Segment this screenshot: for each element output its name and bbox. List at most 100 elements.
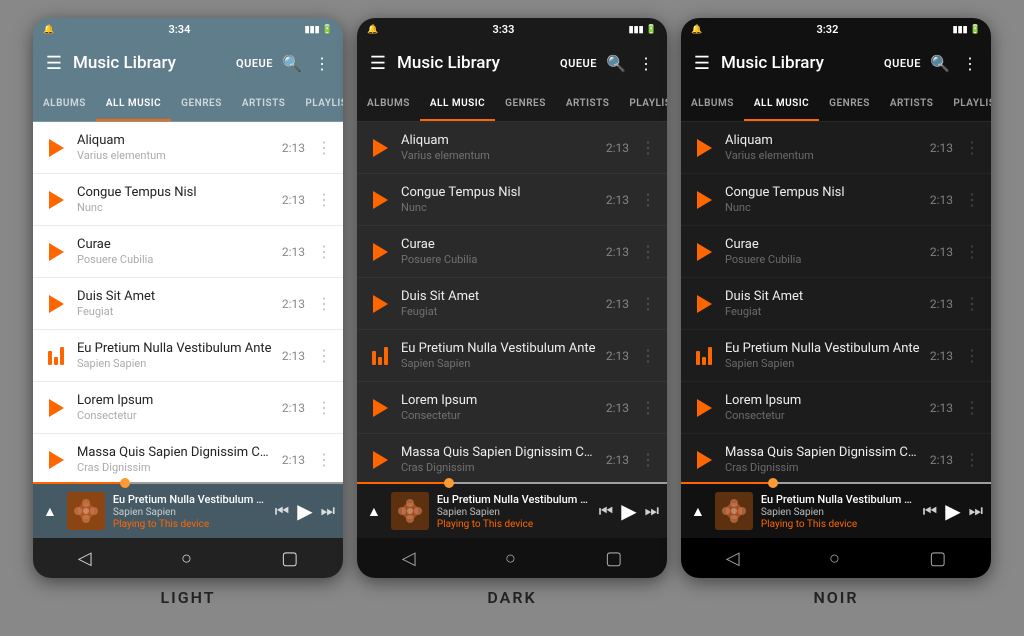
tab-genres[interactable]: GENRES	[171, 86, 232, 121]
song-item[interactable]: Congue Tempus Nisl Nunc 2:13 ⋮	[33, 174, 343, 226]
song-item[interactable]: Curae Posuere Cubilia 2:13 ⋮	[681, 226, 991, 278]
song-menu-button[interactable]: ⋮	[637, 398, 659, 417]
song-menu-button[interactable]: ⋮	[961, 346, 983, 365]
skip-next-button[interactable]: ⏭	[321, 501, 335, 521]
skip-prev-button[interactable]: ⏮	[923, 501, 937, 521]
tab-genres[interactable]: GENRES	[495, 86, 556, 121]
skip-next-button[interactable]: ⏭	[645, 501, 659, 521]
home-button[interactable]: ○	[181, 548, 192, 569]
song-item[interactable]: Duis Sit Amet Feugiat 2:13 ⋮	[357, 278, 667, 330]
song-menu-button[interactable]: ⋮	[313, 346, 335, 365]
song-menu-button[interactable]: ⋮	[313, 242, 335, 261]
equalizer-icon	[43, 343, 69, 369]
queue-button[interactable]: QUEUE	[560, 57, 597, 70]
song-item[interactable]: Lorem Ipsum Consectetur 2:13 ⋮	[357, 382, 667, 434]
tab-albums[interactable]: ALBUMS	[33, 86, 96, 121]
song-item[interactable]: Duis Sit Amet Feugiat 2:13 ⋮	[33, 278, 343, 330]
song-item[interactable]: Massa Quis Sapien Dignissim Consequat Cr…	[357, 434, 667, 482]
song-menu-button[interactable]: ⋮	[637, 242, 659, 261]
back-button[interactable]: ◁	[402, 548, 416, 569]
song-menu-button[interactable]: ⋮	[961, 398, 983, 417]
song-item[interactable]: Lorem Ipsum Consectetur 2:13 ⋮	[681, 382, 991, 434]
skip-prev-button[interactable]: ⏮	[275, 501, 289, 521]
search-icon[interactable]: 🔍	[281, 52, 303, 74]
queue-button[interactable]: QUEUE	[236, 57, 273, 70]
song-menu-button[interactable]: ⋮	[313, 450, 335, 469]
song-title: Duis Sit Amet	[725, 289, 922, 304]
menu-icon[interactable]: ☰	[367, 52, 389, 74]
tab-all-music[interactable]: ALL MUSIC	[744, 86, 819, 121]
song-item[interactable]: Aliquam Varius elementum 2:13 ⋮	[357, 122, 667, 174]
song-menu-button[interactable]: ⋮	[313, 398, 335, 417]
tab-artists[interactable]: ARTISTS	[880, 86, 944, 121]
song-item[interactable]: Lorem Ipsum Consectetur 2:13 ⋮	[33, 382, 343, 434]
recents-button[interactable]: ▢	[605, 548, 622, 569]
song-menu-button[interactable]: ⋮	[313, 138, 335, 157]
progress-fill	[357, 482, 450, 484]
song-menu-button[interactable]: ⋮	[961, 190, 983, 209]
now-playing-bar[interactable]: ▲ Eu Pretium Nulla Vestibulum Ante Sapie…	[33, 484, 343, 538]
tab-genres[interactable]: GENRES	[819, 86, 880, 121]
skip-next-button[interactable]: ⏭	[969, 501, 983, 521]
recents-button[interactable]: ▢	[929, 548, 946, 569]
home-button[interactable]: ○	[505, 548, 516, 569]
song-item[interactable]: Aliquam Varius elementum 2:13 ⋮	[33, 122, 343, 174]
song-item[interactable]: Congue Tempus Nisl Nunc 2:13 ⋮	[681, 174, 991, 226]
tab-artists[interactable]: ARTISTS	[232, 86, 296, 121]
song-menu-button[interactable]: ⋮	[961, 242, 983, 261]
song-menu-button[interactable]: ⋮	[313, 190, 335, 209]
tab-artists[interactable]: ARTISTS	[556, 86, 620, 121]
song-item[interactable]: Curae Posuere Cubilia 2:13 ⋮	[357, 226, 667, 278]
song-item[interactable]: Curae Posuere Cubilia 2:13 ⋮	[33, 226, 343, 278]
song-item[interactable]: Eu Pretium Nulla Vestibulum Ante Sapien …	[357, 330, 667, 382]
more-icon[interactable]: ⋮	[959, 52, 981, 74]
search-icon[interactable]: 🔍	[605, 52, 627, 74]
tab-albums[interactable]: ALBUMS	[681, 86, 744, 121]
np-expand-icon[interactable]: ▲	[365, 501, 383, 522]
skip-prev-button[interactable]: ⏮	[599, 501, 613, 521]
song-menu-button[interactable]: ⋮	[313, 294, 335, 313]
now-playing-bar[interactable]: ▲ Eu Pretium Nulla Vestibulum Ante Sapie…	[357, 484, 667, 538]
tab-playlists[interactable]: PLAYLISTS	[295, 86, 343, 121]
search-icon[interactable]: 🔍	[929, 52, 951, 74]
play-pause-button[interactable]: ▶	[297, 499, 312, 523]
now-playing-bar[interactable]: ▲ Eu Pretium Nulla Vestibulum Ante Sapie…	[681, 484, 991, 538]
song-item[interactable]: Massa Quis Sapien Dignissim Consequat Cr…	[33, 434, 343, 482]
more-icon[interactable]: ⋮	[311, 52, 333, 74]
tab-albums[interactable]: ALBUMS	[357, 86, 420, 121]
recents-button[interactable]: ▢	[281, 548, 298, 569]
back-button[interactable]: ◁	[726, 548, 740, 569]
menu-icon[interactable]: ☰	[691, 52, 713, 74]
song-menu-button[interactable]: ⋮	[637, 190, 659, 209]
tab-playlists[interactable]: PLAYLISTS	[619, 86, 667, 121]
queue-button[interactable]: QUEUE	[884, 57, 921, 70]
menu-icon[interactable]: ☰	[43, 52, 65, 74]
song-item[interactable]: Massa Quis Sapien Dignissim Consequat Cr…	[681, 434, 991, 482]
np-expand-icon[interactable]: ▲	[41, 501, 59, 522]
song-item[interactable]: Eu Pretium Nulla Vestibulum Ante Sapien …	[681, 330, 991, 382]
np-sub: Sapien Sapien	[761, 507, 915, 518]
song-menu-button[interactable]: ⋮	[637, 138, 659, 157]
song-duration: 2:13	[930, 297, 953, 311]
song-subtitle: Nunc	[401, 201, 598, 214]
np-expand-icon[interactable]: ▲	[689, 501, 707, 522]
song-menu-button[interactable]: ⋮	[961, 294, 983, 313]
song-menu-button[interactable]: ⋮	[637, 346, 659, 365]
home-button[interactable]: ○	[829, 548, 840, 569]
song-menu-button[interactable]: ⋮	[637, 450, 659, 469]
song-menu-button[interactable]: ⋮	[961, 450, 983, 469]
song-item[interactable]: Congue Tempus Nisl Nunc 2:13 ⋮	[357, 174, 667, 226]
tab-all-music[interactable]: ALL MUSIC	[420, 86, 495, 121]
song-item[interactable]: Eu Pretium Nulla Vestibulum Ante Sapien …	[33, 330, 343, 382]
play-pause-button[interactable]: ▶	[945, 499, 960, 523]
phone-content: Aliquam Varius elementum 2:13 ⋮ Congue T…	[33, 122, 343, 538]
song-menu-button[interactable]: ⋮	[637, 294, 659, 313]
more-icon[interactable]: ⋮	[635, 52, 657, 74]
tab-all-music[interactable]: ALL MUSIC	[96, 86, 171, 121]
song-menu-button[interactable]: ⋮	[961, 138, 983, 157]
back-button[interactable]: ◁	[78, 548, 92, 569]
song-item[interactable]: Aliquam Varius elementum 2:13 ⋮	[681, 122, 991, 174]
song-item[interactable]: Duis Sit Amet Feugiat 2:13 ⋮	[681, 278, 991, 330]
tab-playlists[interactable]: PLAYLISTS	[943, 86, 991, 121]
play-pause-button[interactable]: ▶	[621, 499, 636, 523]
